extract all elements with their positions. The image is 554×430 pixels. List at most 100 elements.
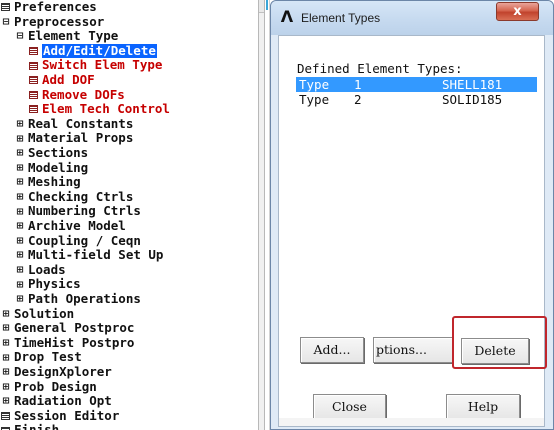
- plus-icon[interactable]: ⊞: [15, 176, 25, 187]
- plus-icon[interactable]: ⊞: [1, 337, 11, 348]
- plus-icon[interactable]: ⊞: [15, 118, 25, 129]
- dialog-title: Element Types: [301, 11, 381, 25]
- tree-item[interactable]: ⊞ Meshing: [15, 175, 81, 190]
- close-icon[interactable]: x: [496, 2, 539, 21]
- plus-icon[interactable]: ⊞: [1, 308, 11, 319]
- tree-item[interactable]: ⊞ Sections: [15, 145, 89, 161]
- tree-item-label: Coupling / Ceqn: [28, 232, 141, 248]
- tree-item-label: Radiation Opt: [14, 393, 112, 409]
- box-menu-icon: [29, 90, 38, 99]
- plus-icon[interactable]: ⊞: [15, 293, 25, 304]
- tree-item[interactable]: Finish: [1, 423, 59, 430]
- plus-icon[interactable]: ⊞: [15, 206, 25, 217]
- help-button[interactable]: Help: [446, 394, 520, 420]
- add-button[interactable]: Add...: [300, 337, 364, 363]
- tree-item-label: Preprocessor: [14, 13, 105, 29]
- plus-icon[interactable]: ⊞: [15, 147, 25, 158]
- tree-item[interactable]: ⊞ Modeling: [15, 159, 89, 176]
- tree-item[interactable]: Elem Tech Control: [29, 102, 170, 117]
- tree-item-label: Finish: [14, 422, 60, 430]
- plus-icon[interactable]: ⊞: [15, 191, 25, 202]
- tree-item-label: Archive Model: [28, 218, 126, 233]
- plus-icon[interactable]: ⊞: [15, 133, 25, 144]
- element-type-name: SHELL181: [442, 77, 503, 92]
- screen: Preferences ⊟ Preprocessor ⊟ Element Type Add…: [0, 0, 554, 430]
- minus-icon[interactable]: ⊟: [15, 30, 25, 41]
- tree-item[interactable]: ⊞ Physics: [15, 277, 81, 292]
- dialog-titlebar[interactable]: Λ Element Types x: [271, 1, 553, 35]
- box-menu-icon: [29, 47, 38, 56]
- element-types-list[interactable]: Type 1 SHELL181 Type 2 SOLID185: [296, 77, 537, 301]
- tree-item[interactable]: Preferences: [1, 0, 97, 15]
- plus-icon[interactable]: ⊞: [1, 395, 11, 406]
- tree-item[interactable]: ⊞ Real Constants: [15, 115, 134, 132]
- options-button[interactable]: ptions...: [373, 337, 453, 363]
- tree-item-label: Physics: [28, 276, 81, 292]
- tree-item[interactable]: ⊞ Multi-field Set Up: [15, 247, 164, 263]
- element-type-number: 2: [354, 92, 362, 107]
- plus-icon[interactable]: ⊞: [1, 366, 11, 377]
- scroll-up-arrow-icon[interactable]: [259, 0, 264, 13]
- plus-icon[interactable]: ⊞: [15, 162, 25, 173]
- plus-icon[interactable]: ⊞: [1, 322, 11, 333]
- tree-item[interactable]: ⊞ Checking Ctrls: [15, 189, 134, 205]
- tree-item-label: Meshing: [28, 174, 81, 190]
- plus-icon[interactable]: ⊞: [1, 381, 11, 392]
- tree-item[interactable]: ⊞ Drop Test: [1, 350, 82, 365]
- tree-item-label: Modeling: [28, 159, 89, 175]
- tree-item-label: DesignXplorer: [14, 364, 112, 379]
- tree-item-label: Real Constants: [28, 115, 134, 131]
- tree-item[interactable]: Remove DOFs: [29, 86, 125, 103]
- plus-icon[interactable]: ⊞: [15, 220, 25, 231]
- plus-icon[interactable]: ⊞: [15, 235, 25, 246]
- plus-icon[interactable]: ⊞: [1, 352, 11, 363]
- tree-item[interactable]: Session Editor: [1, 408, 119, 424]
- element-type-word: Type: [299, 92, 330, 107]
- plus-icon[interactable]: ⊞: [15, 279, 25, 290]
- main-menu-tree: Preferences ⊟ Preprocessor ⊟ Element Type Add…: [0, 0, 258, 430]
- tree-item[interactable]: ⊞ Radiation Opt: [1, 394, 112, 409]
- tree-item-label: Add DOF: [42, 72, 95, 87]
- tree-item-label: TimeHist Postpro: [14, 334, 135, 350]
- tree-item[interactable]: ⊞ DesignXplorer: [1, 364, 112, 380]
- element-type-word: Type: [299, 77, 330, 92]
- tree-item[interactable]: ⊞ Path Operations: [15, 291, 141, 307]
- tree-item[interactable]: Add/Edit/Delete: [29, 43, 157, 59]
- box-menu-icon: [1, 3, 10, 12]
- dialog-bottom-strip: [279, 418, 544, 426]
- tree-item-label: Multi-field Set Up: [28, 247, 164, 263]
- tree-item-label: Material Props: [28, 130, 134, 146]
- tree-item[interactable]: ⊞ Archive Model: [15, 218, 126, 234]
- tree-item-label: Solution: [14, 305, 75, 321]
- tree-item-label: Elem Tech Control: [42, 101, 170, 117]
- tree-item-label: Remove DOFs: [42, 86, 125, 102]
- tree-item-label: Switch Elem Type: [42, 57, 163, 73]
- tree-item[interactable]: ⊞ TimeHist Postpro: [1, 334, 135, 351]
- plus-icon[interactable]: ⊞: [15, 264, 25, 275]
- tree-item[interactable]: ⊞ Solution: [1, 305, 75, 322]
- defined-types-label: Defined Element Types:: [297, 61, 463, 76]
- tree-scrollbar[interactable]: [258, 0, 265, 430]
- close-button[interactable]: Close: [313, 394, 386, 420]
- box-menu-icon: [1, 412, 10, 421]
- tree-item[interactable]: Add DOF: [29, 72, 95, 88]
- list-item[interactable]: Type 1 SHELL181: [296, 77, 537, 92]
- tree-item-label: General Postproc: [14, 320, 135, 336]
- tree-item[interactable]: ⊞ Numbering Ctrls: [15, 204, 141, 219]
- list-item[interactable]: Type 2 SOLID185: [296, 92, 537, 107]
- plus-icon[interactable]: ⊞: [15, 249, 25, 260]
- tree-item[interactable]: ⊞ General Postproc: [1, 320, 135, 336]
- minus-icon[interactable]: ⊟: [1, 16, 11, 27]
- element-type-number: 1: [354, 77, 362, 92]
- tree-item[interactable]: ⊞ Prob Design: [1, 379, 97, 395]
- tree-item[interactable]: Switch Elem Type: [29, 58, 162, 73]
- tree-item[interactable]: ⊞ Material Props: [15, 130, 134, 146]
- tree-item[interactable]: ⊞ Loads: [15, 261, 66, 278]
- tree-item[interactable]: ⊟ Preprocessor: [1, 13, 105, 30]
- tree-item-label: Loads: [28, 261, 66, 277]
- ansys-logo-icon: Λ: [280, 7, 294, 26]
- element-types-dialog: Λ Element Types x Defined Element Types:…: [270, 0, 554, 430]
- tree-item[interactable]: ⊟ Element Type: [15, 29, 119, 44]
- tree-item[interactable]: ⊞ Coupling / Ceqn: [15, 232, 141, 249]
- tree-item-label: Sections: [28, 145, 89, 160]
